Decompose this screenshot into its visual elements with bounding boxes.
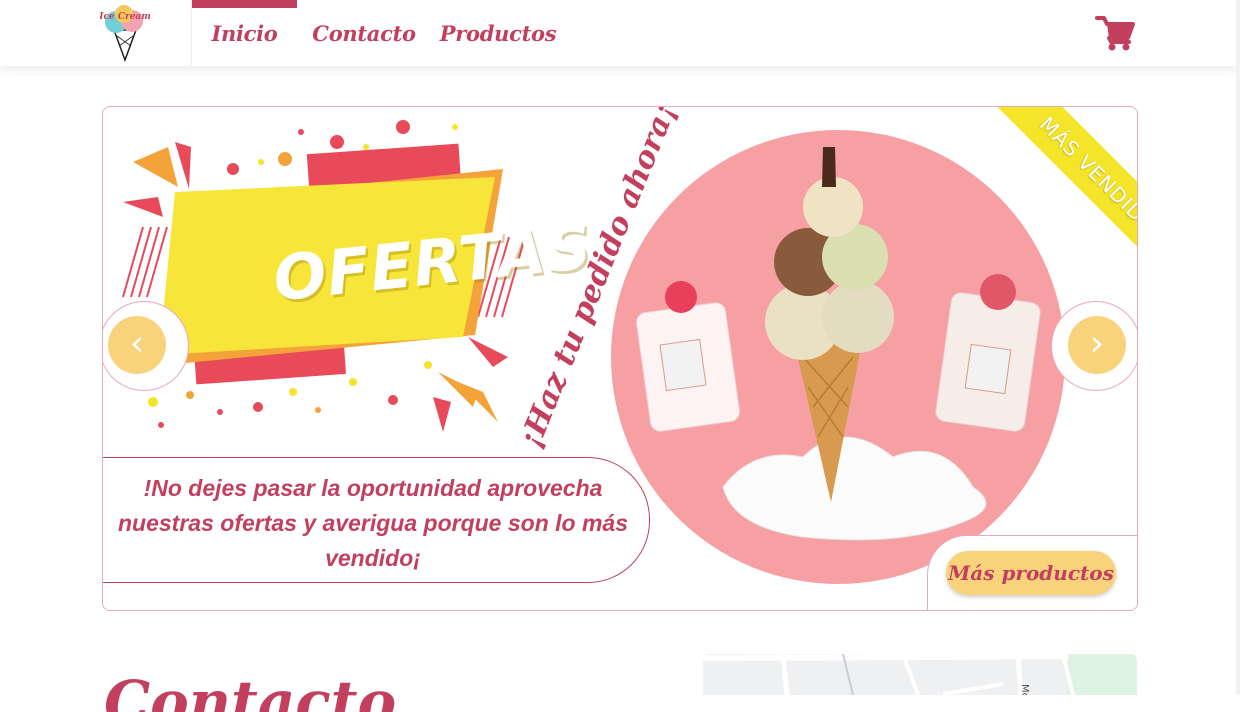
- location-map[interactable]: Mo: [703, 654, 1137, 695]
- next-arrow-holder: ›: [1051, 301, 1137, 391]
- chevron-right-icon: ›: [1089, 323, 1105, 364]
- more-products-label: Más productos: [948, 561, 1114, 585]
- page-scrollbar[interactable]: [1236, 0, 1240, 695]
- nav-contacto[interactable]: Contacto: [312, 0, 416, 66]
- top-navbar: Ice Cream Inicio Contacto Productos: [0, 0, 1240, 66]
- ice-cream-logo[interactable]: Ice Cream: [100, 4, 150, 62]
- map-streets: Mo: [703, 654, 1137, 695]
- chevron-left-icon: ‹: [129, 323, 145, 364]
- map-street-label: Mo: [1019, 684, 1030, 695]
- prev-arrow-holder: ‹: [103, 301, 189, 391]
- shopping-cart-icon[interactable]: [1095, 14, 1135, 52]
- nav-inicio-label: Inicio: [211, 20, 278, 46]
- contact-section-title: Contacto: [104, 672, 397, 712]
- nav-contacto-label: Contacto: [312, 20, 416, 46]
- nav-productos[interactable]: Productos: [439, 0, 557, 66]
- nav-inicio[interactable]: Inicio: [192, 0, 297, 66]
- next-slide-button[interactable]: ›: [1068, 316, 1126, 374]
- logo-text: Ice Cream: [100, 12, 150, 22]
- nav-productos-label: Productos: [439, 20, 557, 46]
- more-products-button[interactable]: Más productos: [946, 551, 1116, 595]
- offer-message: !No dejes pasar la oportunidad aprovecha…: [118, 475, 628, 571]
- prev-slide-button[interactable]: ‹: [108, 316, 166, 374]
- offers-carousel: OFERTAS ¡Haz tu pedido ahora¡ MÁS VENDID…: [102, 106, 1138, 611]
